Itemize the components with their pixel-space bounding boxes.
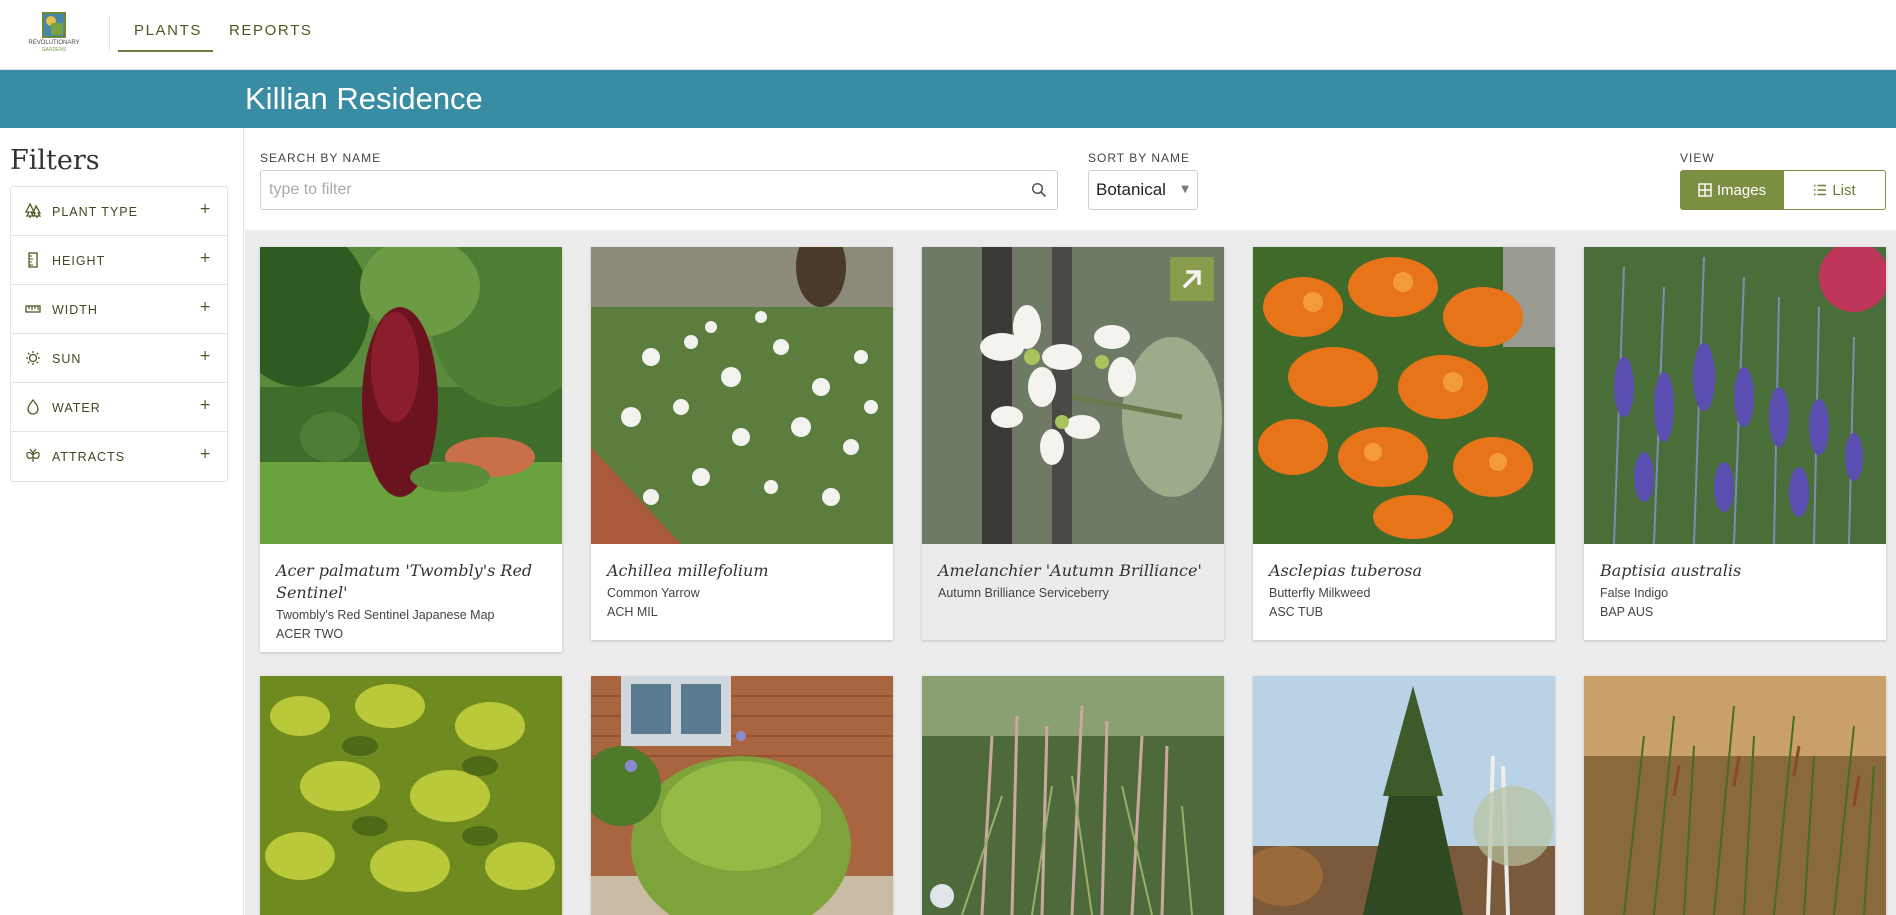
view-images-label: Images — [1716, 181, 1767, 199]
plant-photo — [591, 247, 893, 544]
active-tab-underline — [118, 50, 213, 52]
filter-label: WIDTH — [52, 303, 98, 317]
plant-code: ASC TUB — [1269, 605, 1323, 619]
revolutionary-gardens-logo[interactable]: REVOLUTIONARY GARDENS — [28, 12, 80, 54]
common-name: False Indigo — [1600, 586, 1669, 600]
plant-card[interactable]: Baptisia australis False Indigo BAP AUS — [1584, 247, 1886, 640]
botanical-name: Baptisia australis — [1600, 561, 1742, 580]
catalog-controls: SEARCH BY NAME SORT BY NAME Botanical ▼ … — [245, 128, 1896, 230]
tab-plants[interactable]: PLANTS — [134, 22, 202, 39]
plant-card[interactable] — [260, 676, 562, 915]
plant-card[interactable] — [1584, 676, 1886, 915]
sort-selected-value: Botanical — [1096, 180, 1166, 199]
ruler-horizontal-icon — [25, 301, 41, 317]
plant-card[interactable] — [922, 676, 1224, 915]
expand-plus-icon: + — [199, 397, 211, 413]
expand-plus-icon: + — [199, 250, 211, 266]
plant-card[interactable] — [1253, 676, 1555, 915]
filter-label: HEIGHT — [52, 254, 106, 268]
search-label: SEARCH BY NAME — [260, 151, 382, 165]
filters-title: Filters — [10, 145, 100, 176]
filter-label: WATER — [52, 401, 101, 415]
caret-down-icon: ▼ — [1181, 184, 1189, 195]
filter-label: PLANT TYPE — [52, 205, 138, 219]
filter-label: ATTRACTS — [52, 450, 126, 464]
droplet-icon — [25, 399, 41, 415]
expand-plus-icon: + — [199, 201, 211, 217]
filter-sun[interactable]: SUN + — [11, 334, 227, 383]
filters-sidebar: Filters PLANT TYPE + HEIGHT + WIDTH + SU… — [0, 128, 244, 915]
plant-card-body: Baptisia australis False Indigo BAP AUS — [1600, 560, 1870, 622]
logo-subtext: GARDENS — [41, 47, 67, 53]
logo-mark-icon — [42, 12, 66, 38]
plant-card[interactable] — [591, 676, 893, 915]
plant-code: ACH MIL — [607, 605, 658, 619]
expand-plus-icon: + — [199, 348, 211, 364]
plant-photo — [260, 676, 562, 915]
search-input[interactable] — [269, 171, 1009, 209]
tab-reports[interactable]: REPORTS — [229, 22, 312, 39]
plant-card-body: Asclepias tuberosa Butterfly Milkweed AS… — [1269, 560, 1539, 622]
filter-water[interactable]: WATER + — [11, 383, 227, 432]
plant-photo — [1253, 247, 1555, 544]
view-list-button[interactable]: List — [1783, 170, 1886, 210]
view-images-button[interactable]: Images — [1680, 170, 1784, 210]
plant-catalog: SEARCH BY NAME SORT BY NAME Botanical ▼ … — [245, 128, 1896, 915]
ruler-vertical-icon — [25, 252, 41, 268]
plant-photo — [591, 676, 893, 915]
plant-photo — [922, 676, 1224, 915]
common-name: Twombly's Red Sentinel Japanese Map — [276, 608, 495, 622]
expand-plus-icon: + — [199, 446, 211, 462]
open-plant-button[interactable] — [1170, 257, 1214, 301]
filter-height[interactable]: HEIGHT + — [11, 236, 227, 285]
view-toggle: Images List — [1680, 170, 1886, 210]
plant-card[interactable]: Acer palmatum 'Twombly's Red Sentinel' T… — [260, 247, 562, 652]
filter-attracts[interactable]: ATTRACTS + — [11, 432, 227, 481]
arrow-up-right-icon — [1179, 266, 1205, 292]
plant-photo — [260, 247, 562, 544]
common-name: Common Yarrow — [607, 586, 700, 600]
plant-card[interactable]: Asclepias tuberosa Butterfly Milkweed AS… — [1253, 247, 1555, 640]
plant-photo — [1584, 676, 1886, 915]
sun-icon — [25, 350, 41, 366]
sort-label: SORT BY NAME — [1088, 151, 1191, 165]
nav-divider — [109, 15, 110, 51]
view-list-label: List — [1832, 181, 1856, 199]
search-icon[interactable] — [1031, 182, 1047, 198]
list-icon — [1813, 183, 1827, 197]
plant-card-body: Achillea millefolium Common Yarrow ACH M… — [607, 560, 877, 622]
filter-list: PLANT TYPE + HEIGHT + WIDTH + SUN + WATE… — [10, 186, 228, 482]
page-title: Killian Residence — [245, 81, 483, 116]
botanical-name: Acer palmatum 'Twombly's Red Sentinel' — [276, 561, 533, 602]
common-name: Autumn Brilliance Serviceberry — [938, 586, 1109, 600]
sort-select[interactable]: Botanical ▼ — [1088, 170, 1198, 210]
plant-card-body: Amelanchier 'Autumn Brilliance' Autumn B… — [938, 560, 1208, 603]
filter-plant-type[interactable]: PLANT TYPE + — [11, 187, 227, 236]
botanical-name: Achillea millefolium — [607, 561, 769, 580]
botanical-name: Asclepias tuberosa — [1269, 561, 1422, 580]
botanical-name: Amelanchier 'Autumn Brilliance' — [938, 561, 1202, 580]
grid-icon — [1698, 183, 1712, 197]
filter-label: SUN — [52, 352, 82, 366]
logo-text: REVOLUTIONARY — [28, 40, 80, 46]
project-banner: Killian Residence — [0, 70, 1896, 128]
plant-photo — [1253, 676, 1555, 915]
filter-width[interactable]: WIDTH + — [11, 285, 227, 334]
plant-code: ACER TWO — [276, 627, 344, 641]
plant-card[interactable]: Achillea millefolium Common Yarrow ACH M… — [591, 247, 893, 640]
common-name: Butterfly Milkweed — [1269, 586, 1371, 600]
plant-code: BAP AUS — [1600, 605, 1654, 619]
search-box — [260, 170, 1058, 210]
top-nav: REVOLUTIONARY GARDENS PLANTS REPORTS — [0, 0, 1896, 70]
trees-icon — [25, 203, 41, 219]
butterfly-icon — [25, 448, 41, 464]
expand-plus-icon: + — [199, 299, 211, 315]
plant-photo — [1584, 247, 1886, 544]
plant-card-body: Acer palmatum 'Twombly's Red Sentinel' T… — [276, 560, 546, 644]
plant-card[interactable]: Amelanchier 'Autumn Brilliance' Autumn B… — [922, 247, 1224, 640]
view-label: VIEW — [1680, 151, 1715, 165]
